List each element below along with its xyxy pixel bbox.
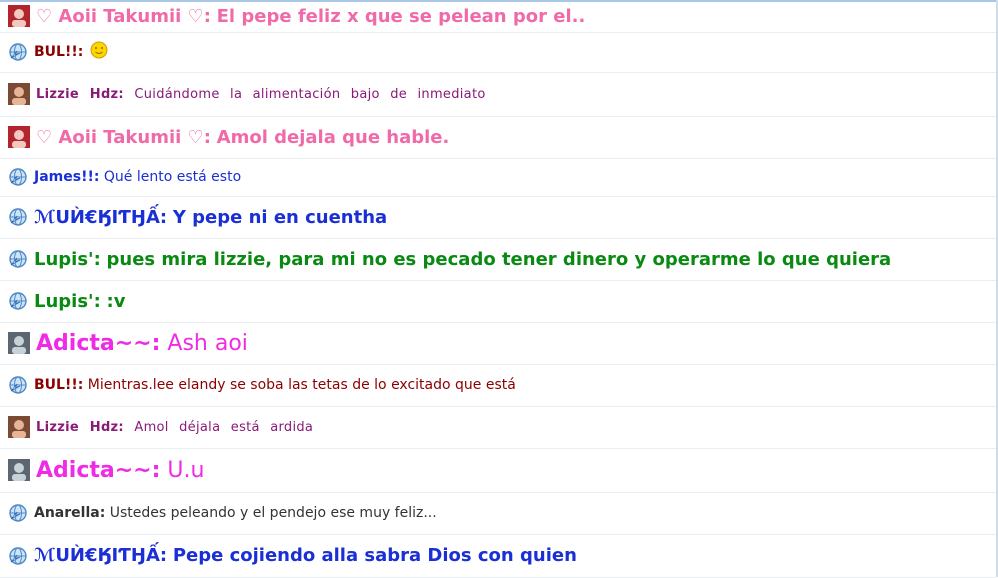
chat-message-row: Lizzie Hdz: Amol déjala está ardida [0, 406, 996, 449]
message-author[interactable]: ℳUЍ€ӃIƬӇẤ: [34, 207, 167, 228]
globe-arrow-icon[interactable] [8, 503, 28, 523]
photo-avatar-icon[interactable] [8, 83, 30, 105]
message-author[interactable]: BUL!!: [34, 377, 83, 393]
globe-arrow-icon[interactable] [8, 42, 28, 62]
message-author[interactable]: Lizzie Hdz: [36, 420, 124, 435]
message-text: Mientras.lee elandy se soba las tetas de… [87, 377, 516, 393]
message-text: Y pepe ni en cuentha [172, 206, 388, 228]
message-author[interactable]: ♡ Aoii Takumii ♡: [36, 6, 211, 27]
message-text: El pepe feliz x que se pelean por el.. [216, 5, 586, 27]
message-author[interactable]: Lizzie Hdz: [36, 87, 124, 102]
chat-message-row: ♡ Aoii Takumii ♡: Amol dejala que hable. [0, 116, 996, 159]
message-author[interactable]: Adicta~~: [36, 331, 160, 356]
chat-message-row: BUL!!: [0, 32, 996, 73]
message-text: Ustedes peleando y el pendejo ese muy fe… [109, 505, 437, 521]
girl-photo-avatar-icon[interactable] [8, 5, 30, 27]
message-author[interactable]: Lupis': [34, 291, 101, 312]
globe-arrow-icon[interactable] [8, 291, 28, 311]
message-text: pues mira lizzie, para mi no es pecado t… [106, 248, 892, 270]
message-text: :v [106, 290, 126, 312]
message-author[interactable]: BUL!!: [34, 44, 83, 60]
message-text: Amol déjala está ardida [134, 419, 314, 435]
globe-arrow-icon[interactable] [8, 249, 28, 269]
message-author[interactable]: Adicta~~: [36, 458, 160, 483]
chat-message-row: BUL!!: Mientras.lee elandy se soba las t… [0, 364, 996, 407]
globe-arrow-icon[interactable] [8, 546, 28, 566]
globe-arrow-icon[interactable] [8, 375, 28, 395]
message-text: Pepe cojiendo alla sabra Dios con quien [172, 545, 577, 566]
chat-message-row: Lizzie Hdz: Cuidándome la alimentación b… [0, 72, 996, 117]
chat-message-row: ♡ Aoii Takumii ♡: El pepe feliz x que se… [0, 0, 996, 33]
message-author[interactable]: Lupis': [34, 249, 101, 270]
globe-arrow-icon[interactable] [8, 167, 28, 187]
message-author[interactable]: James!!: [34, 169, 99, 185]
globe-arrow-icon[interactable] [8, 207, 28, 227]
chat-message-row: Lupis': pues mira lizzie, para mi no es … [0, 238, 996, 281]
message-author[interactable]: ℳUЍ€ӃIƬӇẤ: [34, 545, 167, 566]
grey-photo-avatar-icon[interactable] [8, 332, 30, 354]
photo-avatar-icon[interactable] [8, 416, 30, 438]
chat-message-row: Adicta~~: U.u [0, 448, 996, 493]
message-text: Amol dejala que hable. [216, 126, 450, 148]
chat-message-row: ℳUЍ€ӃIƬӇẤ: Pepe cojiendo alla sabra Dios… [0, 534, 996, 578]
message-text: Ash aoi [167, 330, 248, 356]
chat-message-row: Adicta~~: Ash aoi [0, 322, 996, 365]
chat-message-row: James!!: Qué lento está esto [0, 158, 996, 197]
chat-message-row: ℳUЍ€ӃIƬӇẤ: Y pepe ni en cuentha [0, 196, 996, 239]
grey-photo-avatar-icon[interactable] [8, 459, 30, 481]
yellow-smiley-emoji-icon [90, 41, 108, 63]
message-text: U.u [167, 457, 205, 483]
message-text: Cuidándome la alimentación bajo de inmed… [134, 86, 486, 102]
message-text: Qué lento está esto [103, 169, 242, 185]
chat-message-row: Lupis': :v [0, 280, 996, 323]
message-author[interactable]: ♡ Aoii Takumii ♡: [36, 127, 211, 148]
message-author[interactable]: Anarella: [34, 505, 105, 521]
chat-message-row: Anarella: Ustedes peleando y el pendejo … [0, 492, 996, 535]
girl-photo-avatar-icon[interactable] [8, 126, 30, 148]
